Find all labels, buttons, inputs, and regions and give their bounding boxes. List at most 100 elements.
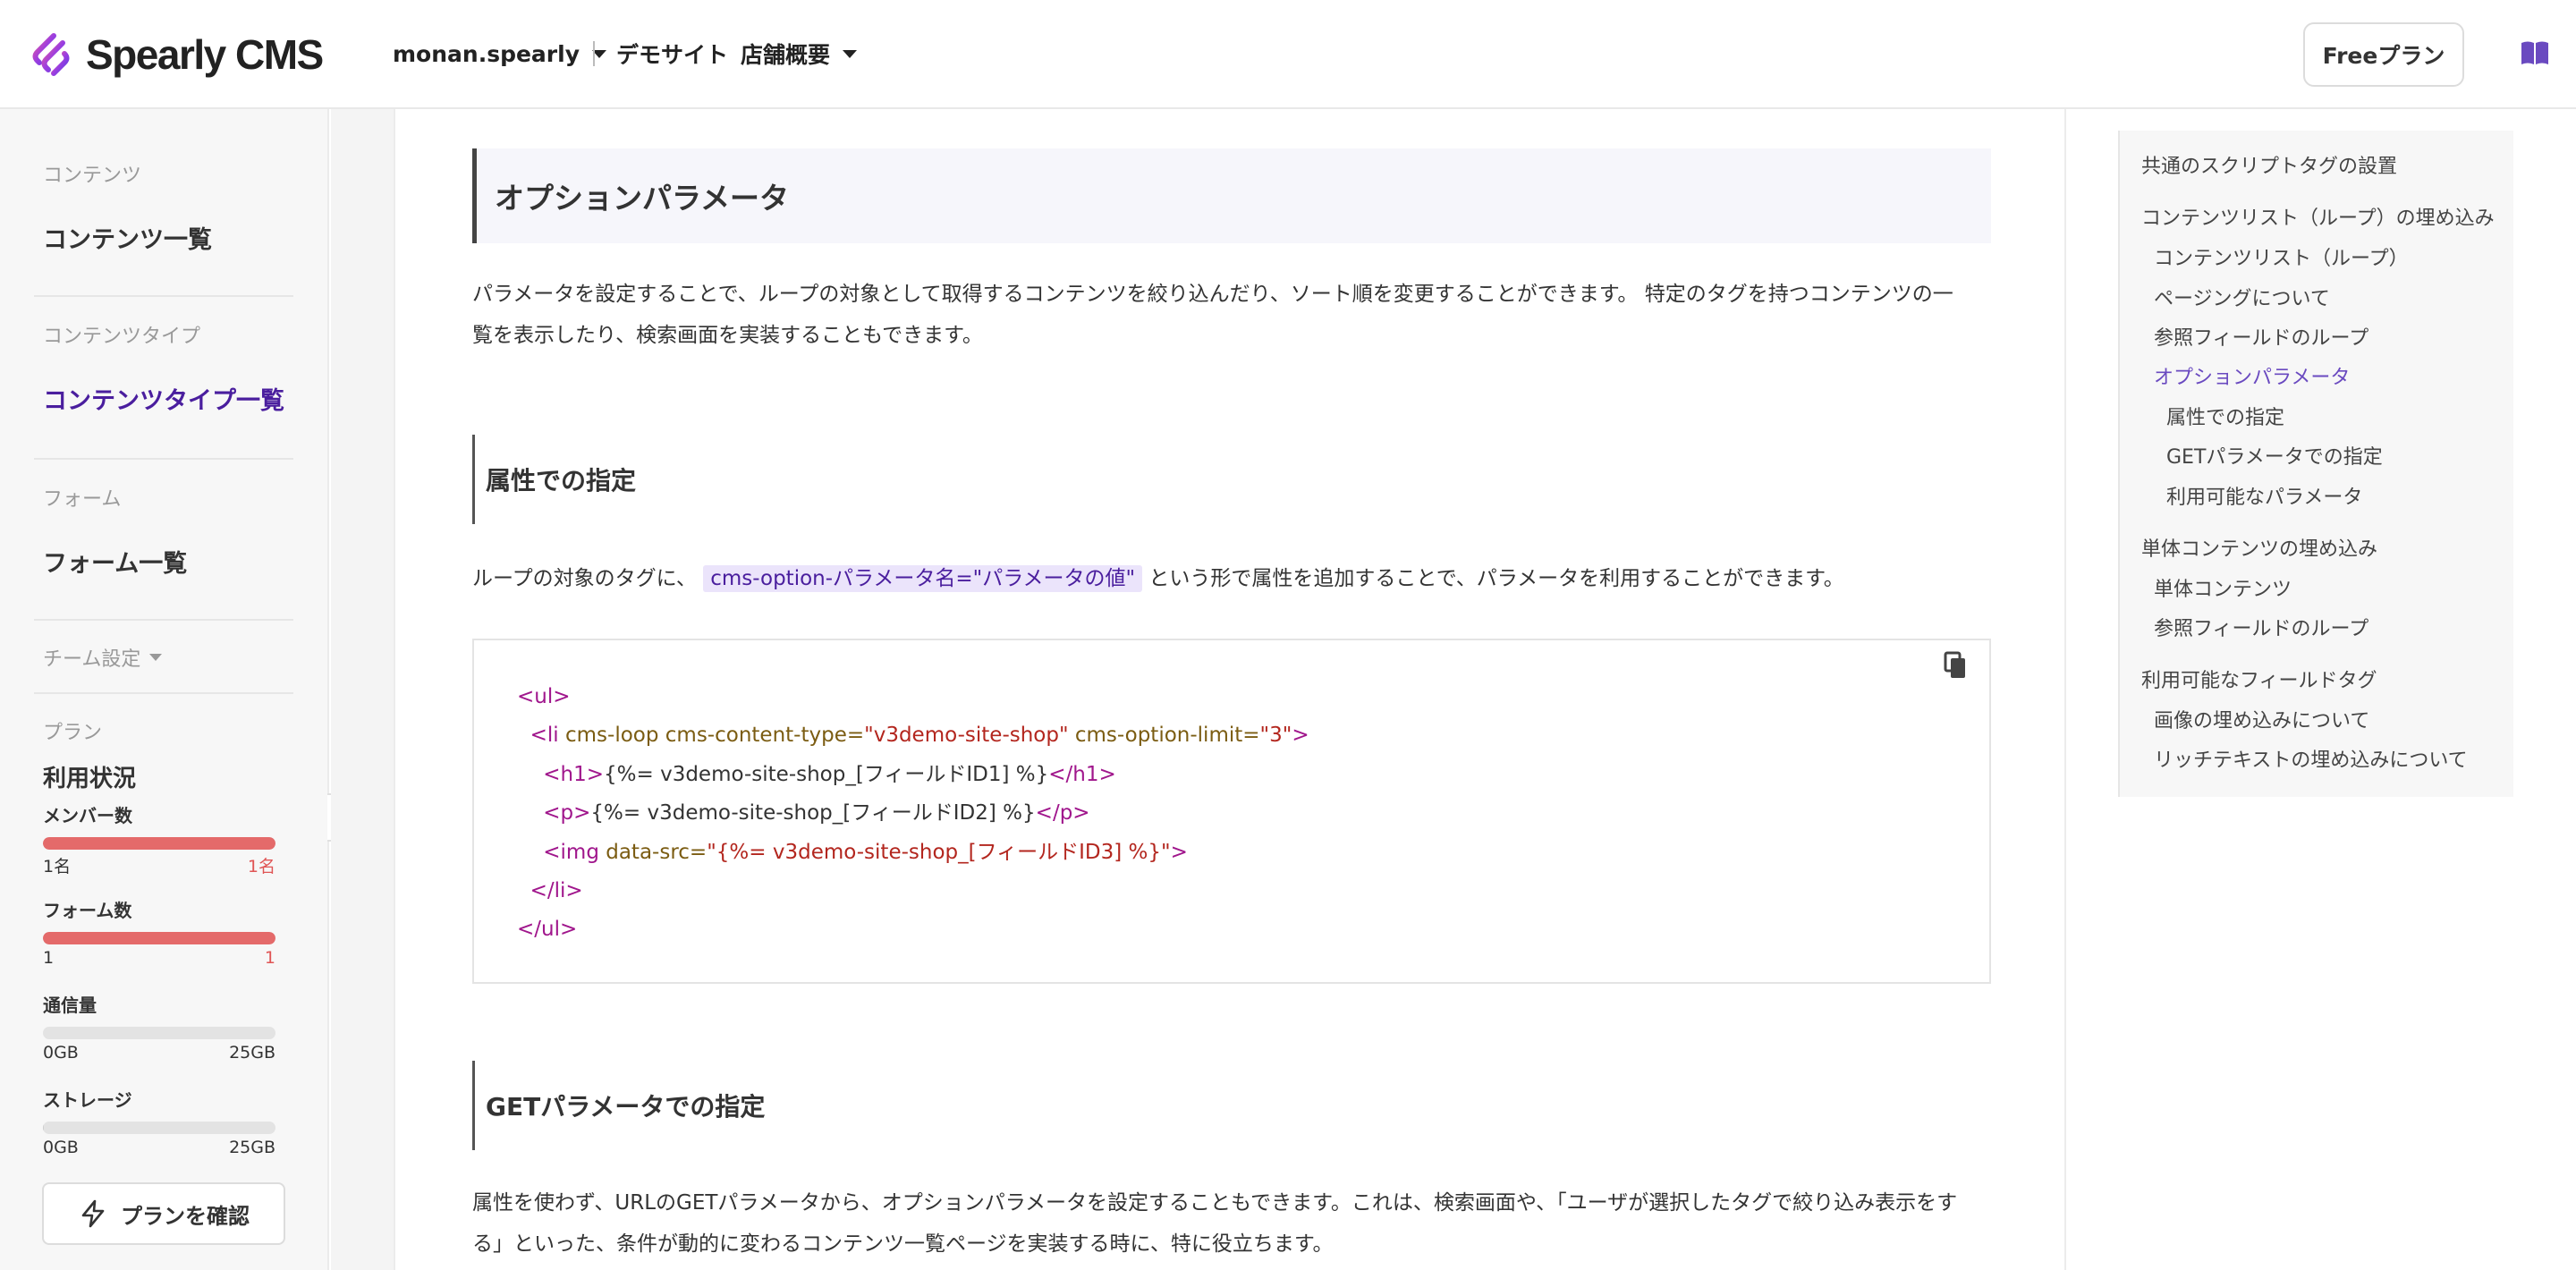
code-attr: data-src= bbox=[606, 840, 708, 864]
code-tag: > bbox=[1292, 724, 1309, 748]
meter-label-members: メンバー数 bbox=[43, 805, 132, 826]
meter-min: 0GB bbox=[43, 1043, 79, 1063]
toc-item[interactable]: 参照フィールドのループ bbox=[2154, 322, 2368, 351]
section-title-option-params: オプションパラメータ bbox=[472, 148, 1991, 243]
meter-fill bbox=[43, 837, 275, 850]
meter-traffic bbox=[43, 1027, 275, 1039]
main-gutter bbox=[331, 109, 394, 1270]
code-tag: <li bbox=[530, 724, 565, 748]
team-settings-toggle[interactable]: チーム設定 bbox=[43, 643, 163, 672]
book-icon[interactable] bbox=[2521, 40, 2549, 65]
meter-label-storage: ストレージ bbox=[43, 1089, 132, 1111]
subsection-title-attribute: 属性での指定 bbox=[472, 435, 636, 524]
meter-max: 25GB bbox=[229, 1138, 275, 1157]
code-text: {%= v3demo-site-shop_[フィールドID2] %} bbox=[590, 801, 1036, 826]
brand-name: Spearly CMS bbox=[86, 31, 324, 78]
code-string: "{%= v3demo-site-shop_[フィールドID3] %}" bbox=[707, 840, 1171, 864]
meter-min: 0GB bbox=[43, 1138, 79, 1157]
code-lines: <ul> <li cms-loop cms-content-type="v3de… bbox=[517, 678, 1309, 950]
code-tag: <p> bbox=[543, 801, 591, 826]
meter-members bbox=[43, 837, 275, 850]
sidebar-divider bbox=[34, 458, 293, 460]
code-tag: <img bbox=[543, 840, 606, 864]
attr-text-before: ループの対象のタグに、 bbox=[472, 567, 704, 590]
code-line: <p>{%= v3demo-site-shop_[フィールドID2] %}</p… bbox=[517, 794, 1309, 833]
toc-item[interactable]: コンテンツリスト（ループ）の埋め込み bbox=[2141, 202, 2495, 231]
sidebar-category-content: コンテンツ bbox=[43, 165, 142, 187]
inline-code: cms-option-パラメータ名="パラメータの値" bbox=[703, 565, 1143, 592]
plan-button[interactable]: Freeプラン bbox=[2303, 22, 2464, 87]
code-attr: cms-loop cms-content-type= bbox=[565, 724, 865, 748]
meter-min: 1名 bbox=[43, 857, 72, 876]
attr-text-after: という形で属性を追加することで、パラメータを利用することができます。 bbox=[1142, 567, 1844, 590]
page-name: 店舗概要 bbox=[741, 42, 831, 68]
toc-item[interactable]: 画像の埋め込みについて bbox=[2154, 705, 2369, 733]
team-selector[interactable]: monan.spearly bbox=[393, 36, 606, 72]
meter-min: 1 bbox=[43, 948, 55, 968]
page-selector[interactable]: 店舗概要 bbox=[741, 36, 858, 72]
table-of-contents: 共通のスクリプトタグの設置 コンテンツリスト（ループ）の埋め込み コンテンツリス… bbox=[2118, 131, 2513, 797]
code-line: <img data-src="{%= v3demo-site-shop_[フィー… bbox=[517, 834, 1309, 872]
lightning-icon bbox=[81, 1199, 105, 1228]
app-header: Spearly CMS monan.spearly デモサイト 店舗概要 Fre… bbox=[0, 0, 2576, 109]
sidebar-divider bbox=[34, 295, 293, 297]
meter-label-forms: フォーム数 bbox=[43, 900, 132, 921]
code-line: <h1>{%= v3demo-site-shop_[フィールドID1] %}</… bbox=[517, 756, 1309, 794]
code-line: <ul> bbox=[517, 678, 1309, 716]
meter-storage bbox=[43, 1122, 275, 1134]
toc-item[interactable]: 属性での指定 bbox=[2166, 402, 2284, 430]
toc-item[interactable]: 利用可能なパラメータ bbox=[2166, 481, 2362, 510]
toc-item-active[interactable]: オプションパラメータ bbox=[2154, 361, 2350, 390]
left-sidebar: コンテンツ コンテンツ一覧 コンテンツタイプ コンテンツタイプ一覧 フォーム フ… bbox=[0, 109, 329, 1270]
plan-confirm-button[interactable]: プランを確認 bbox=[42, 1182, 285, 1245]
toc-item[interactable]: 利用可能なフィールドタグ bbox=[2141, 665, 2377, 693]
site-name[interactable]: デモサイト bbox=[616, 36, 728, 72]
get-line-2: る」といった、条件が動的に変わるコンテンツ一覧ページを実装する時に、特に役立ちま… bbox=[472, 1232, 1334, 1256]
get-line-1: 属性を使わず、URLのGETパラメータから、オプションパラメータを設定することも… bbox=[472, 1191, 1958, 1215]
header-divider bbox=[593, 41, 595, 66]
code-tag: <h1> bbox=[543, 762, 605, 786]
spearly-logo-icon bbox=[32, 33, 70, 76]
toc-item[interactable]: 単体コンテンツ bbox=[2154, 573, 2292, 602]
copy-icon[interactable] bbox=[1939, 649, 1971, 682]
plan-confirm-label: プランを確認 bbox=[121, 1204, 250, 1229]
code-block: <ul> <li cms-loop cms-content-type="v3de… bbox=[472, 639, 1991, 984]
meter-fill bbox=[43, 1122, 45, 1134]
toc-item[interactable]: コンテンツリスト（ループ） bbox=[2154, 242, 2409, 271]
code-line: <li cms-loop cms-content-type="v3demo-si… bbox=[517, 716, 1309, 755]
code-attr: cms-option-limit= bbox=[1068, 724, 1260, 748]
sidebar-category-content-type: コンテンツタイプ bbox=[43, 326, 201, 348]
sidebar-divider bbox=[34, 619, 293, 621]
toc-item[interactable]: GETパラメータでの指定 bbox=[2166, 441, 2383, 470]
toc-item[interactable]: ページングについて bbox=[2154, 283, 2330, 311]
toc-item[interactable]: 参照フィールドのループ bbox=[2154, 613, 2368, 641]
attribute-paragraph: ループの対象のタグに、 cms-option-パラメータ名="パラメータの値" … bbox=[472, 558, 1993, 599]
doc-content: オプションパラメータ パラメータを設定することで、ループの対象として取得するコン… bbox=[394, 109, 2066, 1270]
toc-item[interactable]: 単体コンテンツの埋め込み bbox=[2141, 533, 2377, 562]
subsection-title-get-params: GETパラメータでの指定 bbox=[472, 1061, 765, 1150]
code-line: </ul> bbox=[517, 910, 1309, 949]
sidebar-divider bbox=[34, 692, 293, 694]
intro-line-1: パラメータを設定することで、ループの対象として取得するコンテンツを絞り込んだり、… bbox=[472, 283, 1953, 306]
team-settings-label: チーム設定 bbox=[43, 648, 141, 671]
brand-logo[interactable]: Spearly CMS bbox=[27, 29, 324, 80]
sidebar-item-content-list[interactable]: コンテンツ一覧 bbox=[43, 220, 212, 255]
team-name: monan.spearly bbox=[393, 40, 580, 67]
meter-label-traffic: 通信量 bbox=[43, 995, 97, 1016]
meter-fill bbox=[43, 932, 275, 944]
code-tag: </ul> bbox=[517, 918, 578, 942]
toc-item[interactable]: 共通のスクリプトタグの設置 bbox=[2141, 150, 2397, 179]
intro-line-2: 覧を表示したり、検索画面を実装することもできます。 bbox=[472, 324, 983, 347]
code-line: </li> bbox=[517, 872, 1309, 910]
usage-title: 利用状況 bbox=[43, 766, 137, 792]
sidebar-item-form-list[interactable]: フォーム一覧 bbox=[43, 544, 187, 579]
code-string: "v3demo-site-shop" bbox=[864, 724, 1069, 748]
caret-down-icon bbox=[843, 49, 858, 58]
toc-item[interactable]: リッチテキストの埋め込みについて bbox=[2154, 744, 2468, 773]
meter-max: 1名 bbox=[247, 857, 275, 876]
sidebar-item-content-type-list[interactable]: コンテンツタイプ一覧 bbox=[43, 381, 284, 416]
code-tag: </h1> bbox=[1048, 762, 1116, 786]
code-tag: </p> bbox=[1035, 801, 1090, 826]
intro-paragraph: パラメータを設定することで、ループの対象として取得するコンテンツを絞り込んだり、… bbox=[472, 274, 1993, 356]
sidebar-category-form: フォーム bbox=[43, 488, 122, 511]
